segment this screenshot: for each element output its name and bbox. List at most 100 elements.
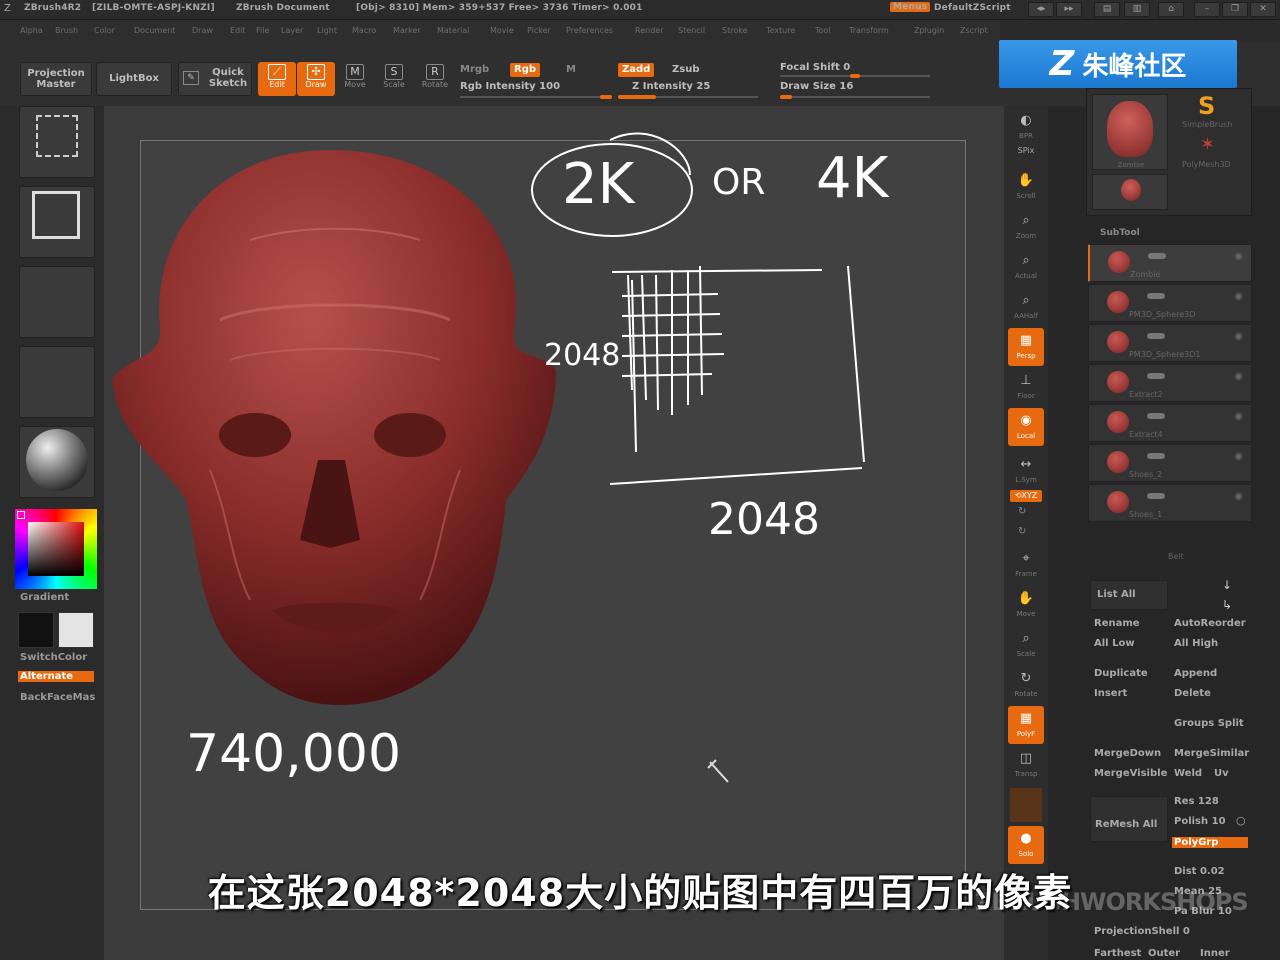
rgb-intensity-slider[interactable]: Rgb Intensity 100 <box>460 81 560 92</box>
rgb-intensity-handle[interactable] <box>600 95 612 99</box>
restore-icon[interactable]: ❐ <box>1222 2 1248 17</box>
mergesimilar-button[interactable]: MergeSimilar <box>1174 748 1249 759</box>
eye-icon[interactable]: ◉ <box>1234 411 1243 422</box>
move-button[interactable]: M Move <box>336 62 374 96</box>
actual-button[interactable]: ⌕ Actual <box>1008 248 1044 286</box>
stroke-tile[interactable] <box>19 186 95 258</box>
list-all-button[interactable]: List All <box>1090 580 1168 610</box>
lightbox-button[interactable]: LightBox <box>96 62 172 96</box>
m-button[interactable]: M <box>566 64 576 75</box>
append-button[interactable]: Append <box>1174 668 1217 679</box>
scroll-left-icon[interactable]: ◂▸ <box>1028 2 1054 17</box>
arrow-down-icon[interactable]: ↓ <box>1222 578 1232 592</box>
draw-size-slider[interactable]: Draw Size 16 <box>780 81 853 92</box>
autoreorder-button[interactable]: AutoReorder <box>1174 618 1246 629</box>
menu-document[interactable]: Document <box>134 26 175 35</box>
draw-button[interactable]: ✣ Draw <box>297 62 335 96</box>
mrgb-button[interactable]: Mrgb <box>460 64 489 75</box>
persp-button[interactable]: ▦ Persp <box>1008 328 1044 366</box>
menu-alpha[interactable]: Alpha <box>20 26 43 35</box>
menu-texture[interactable]: Texture <box>766 26 795 35</box>
transp-button[interactable]: ◫ Transp <box>1008 746 1044 784</box>
polygrp-button[interactable]: PolyGrp <box>1172 837 1248 848</box>
default-zscript[interactable]: DefaultZScript <box>934 3 1011 13</box>
alpha-tile[interactable] <box>19 266 95 338</box>
outer-button[interactable]: Outer <box>1148 948 1180 959</box>
menu-zplugin[interactable]: Zplugin <box>914 26 944 35</box>
scroll-right-icon[interactable]: ▸▸ <box>1056 2 1082 17</box>
alternate-button[interactable]: Alternate <box>18 671 94 682</box>
zadd-button[interactable]: Zadd <box>618 63 655 77</box>
xyz-button[interactable]: ⟲XYZ <box>1010 490 1042 502</box>
floor-button[interactable]: ⊥ Floor <box>1008 368 1044 406</box>
subtool-row-sphere3d[interactable]: ◉ PM3D_Sphere3D <box>1088 284 1252 322</box>
menu-tool[interactable]: Tool <box>815 26 831 35</box>
frame-button[interactable]: ⌖ Frame <box>1008 546 1044 584</box>
menu-macro[interactable]: Macro <box>352 26 376 35</box>
menu-zscript[interactable]: Zscript <box>960 26 988 35</box>
subtool-row-shoes2[interactable]: ◉ Shoes_2 <box>1088 444 1252 482</box>
menu-color[interactable]: Color <box>94 26 115 35</box>
eye-icon[interactable]: ◉ <box>1234 291 1243 302</box>
close-icon[interactable]: ✕ <box>1250 2 1276 17</box>
eye-icon[interactable]: ◉ <box>1234 451 1243 462</box>
secondary-color-swatch[interactable] <box>58 612 94 648</box>
menus-button[interactable]: Menus <box>890 2 931 12</box>
subtool-row-sphere3d1[interactable]: ◉ PM3D_Sphere3D1 <box>1088 324 1252 362</box>
remesh-all-button[interactable]: ReMesh All <box>1090 796 1168 842</box>
scale-button[interactable]: S Scale <box>375 62 413 96</box>
zsub-button[interactable]: Zsub <box>672 64 699 75</box>
delete-button[interactable]: Delete <box>1174 688 1211 699</box>
axis-rotate-2-icon[interactable]: ↻ <box>1018 526 1026 537</box>
arrow-right-down-icon[interactable]: ↳ <box>1222 598 1232 612</box>
menu-render[interactable]: Render <box>635 26 663 35</box>
scroll-button[interactable]: ✋ Scroll <box>1008 168 1044 206</box>
subtool-header[interactable]: SubTool <box>1100 228 1140 238</box>
quick-sketch-button[interactable]: ✎ Quick Sketch <box>178 62 252 96</box>
focal-shift-slider[interactable]: Focal Shift 0 <box>780 62 850 73</box>
menu-light[interactable]: Light <box>317 26 337 35</box>
palette-icon[interactable]: ▤ <box>1094 2 1120 17</box>
inner-button[interactable]: Inner <box>1200 948 1230 959</box>
current-tool-thumb[interactable]: Zombie <box>1092 94 1168 170</box>
eye-icon[interactable]: ◉ <box>1234 251 1243 262</box>
local-button[interactable]: ◉ Local <box>1008 408 1044 446</box>
spix-slider[interactable]: SPix <box>1008 146 1044 168</box>
menu-stencil[interactable]: Stencil <box>678 26 705 35</box>
selection-brush-tile[interactable] <box>19 106 95 178</box>
weld-button[interactable]: Weld <box>1174 768 1202 779</box>
switchcolor-button[interactable]: SwitchColor <box>20 652 87 663</box>
lsym-button[interactable]: ↔ L.Sym <box>1008 452 1044 490</box>
backface-mask-button[interactable]: BackFaceMas <box>20 692 95 703</box>
minimize-icon[interactable]: – <box>1194 2 1220 17</box>
z-intensity-slider[interactable]: Z Intensity 25 <box>632 81 710 92</box>
zombie-head-model[interactable] <box>112 150 556 705</box>
scale-view-button[interactable]: ⌕ Scale <box>1008 626 1044 664</box>
focal-shift-handle[interactable] <box>850 74 860 78</box>
lock-icon[interactable]: ⌂ <box>1158 2 1184 17</box>
all-low-button[interactable]: All Low <box>1094 638 1135 649</box>
bpr-button[interactable]: ◐ BPR <box>1008 108 1044 146</box>
aahalf-button[interactable]: ⌕ AAHalf <box>1008 288 1044 326</box>
axis-rotate-icon[interactable]: ↻ <box>1018 506 1026 517</box>
polish-slider[interactable]: Polish 10 <box>1174 816 1226 827</box>
gradient-toggle[interactable]: Gradient <box>20 592 69 603</box>
draw-size-handle[interactable] <box>780 95 792 99</box>
rename-button[interactable]: Rename <box>1094 618 1140 629</box>
duplicate-button[interactable]: Duplicate <box>1094 668 1148 679</box>
subtool-row-shoes1[interactable]: ◉ Shoes_1 <box>1088 484 1252 522</box>
menu-preferences[interactable]: Preferences <box>566 26 613 35</box>
res-slider[interactable]: Res 128 <box>1174 796 1219 807</box>
menu-transform[interactable]: Transform <box>849 26 889 35</box>
subtool-row-extract2[interactable]: ◉ Extract2 <box>1088 364 1252 402</box>
rgb-button[interactable]: Rgb <box>510 63 541 77</box>
groups-split-button[interactable]: Groups Split <box>1174 718 1244 729</box>
menu-draw[interactable]: Draw <box>192 26 213 35</box>
projection-master-button[interactable]: Projection Master <box>20 62 92 96</box>
menu-layer[interactable]: Layer <box>281 26 303 35</box>
layout-icon[interactable]: ▥ <box>1124 2 1150 17</box>
uv-button[interactable]: Uv <box>1214 768 1229 779</box>
all-high-button[interactable]: All High <box>1174 638 1218 649</box>
insert-button[interactable]: Insert <box>1094 688 1127 699</box>
menu-stroke[interactable]: Stroke <box>722 26 748 35</box>
